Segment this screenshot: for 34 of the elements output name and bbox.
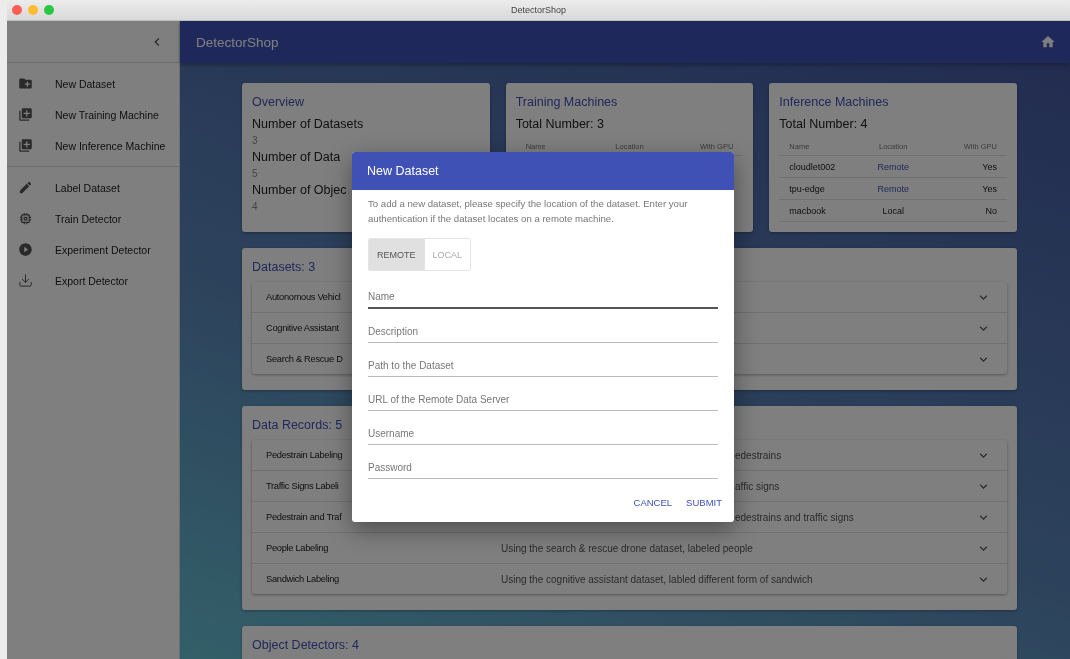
stat-value: 3: [252, 135, 258, 146]
table-cell-text: tpu-edge: [789, 183, 826, 194]
total-number: Total Number: 4: [779, 117, 869, 131]
record-name: Pedestrain and Traf: [266, 512, 343, 522]
stat-value: 4: [252, 201, 258, 212]
record-description: Using the search & rescue drone dataset, labeled people: [501, 542, 753, 554]
card-title: Inference Machines: [779, 95, 890, 109]
table-cell-text: macbook: [789, 205, 827, 216]
stat-label: Number of Data: [252, 150, 341, 164]
record-name: Sandwich Labeling: [266, 574, 340, 584]
app-title: DetectorShop: [196, 34, 279, 50]
table-cell-text: Local: [881, 205, 905, 216]
stat-label: Number of Objec: [252, 183, 347, 197]
total-number: Total Number: 3: [515, 117, 605, 131]
card-title: Data Records: 5: [252, 418, 344, 432]
record-description: Using the cognitive assistant dataset, labled different form of sandwich: [501, 573, 813, 585]
card-title: Datasets: 3: [252, 260, 317, 274]
dialog-title: New Dataset: [367, 164, 439, 178]
card-title: Training Machines: [515, 95, 619, 109]
table-cell-text: No: [984, 205, 997, 216]
record-name: Pedestrain Labeling: [266, 450, 344, 460]
stat-label: Number of Datasets: [252, 117, 364, 131]
record-name: People Labeling: [266, 543, 330, 553]
table-cell-text: Yes: [981, 161, 997, 172]
table-cell-text: cloudlet002: [789, 161, 837, 172]
card-title: Overview: [252, 95, 306, 109]
record-description: edestrains: [735, 449, 782, 461]
record-name: Traffic Signs Labeli: [266, 481, 340, 491]
table-cell-text: Yes: [981, 183, 997, 194]
record-description: edestrains and traffic signs: [735, 511, 854, 523]
card-title: Object Detectors: 4: [252, 638, 360, 652]
window-title: DetectorShop: [510, 5, 566, 15]
dialog-text: To add a new dataset, please specify the location of the dataset. Enter your authentication if the dataset locates on a remote machine.: [368, 197, 689, 226]
record-description: affic signs: [735, 480, 780, 492]
